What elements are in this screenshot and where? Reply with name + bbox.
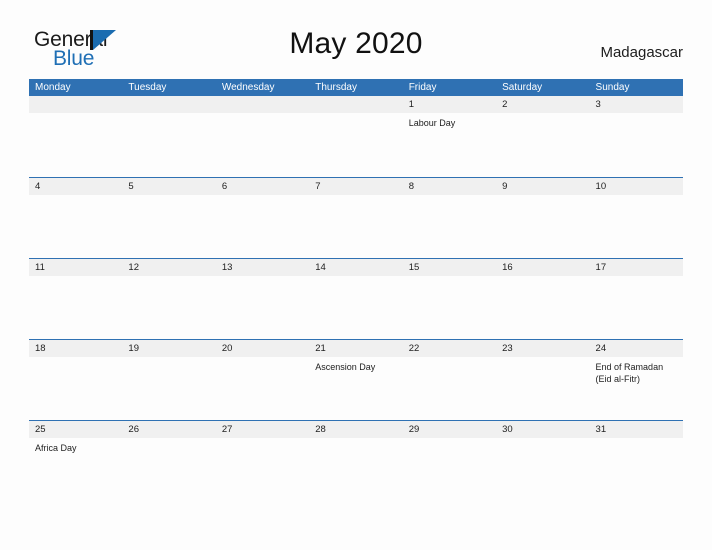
day-cell-7[interactable]: 7 [309,178,402,258]
day-number: 28 [315,424,326,435]
day-cell-29[interactable]: 29 [403,421,496,501]
day-cell-20[interactable]: 20 [216,340,309,420]
holiday-label: Africa Day [35,443,77,453]
day-events: End of Ramadan (Eid al-Fitr) [596,357,678,385]
calendar-week-row: 1 Labour Day 2 3 [29,96,683,177]
holiday-label: (Eid al-Fitr) [595,374,641,384]
day-cell-24[interactable]: 24 End of Ramadan (Eid al-Fitr) [590,340,683,420]
day-cell-30[interactable]: 30 [496,421,589,501]
day-cell-5[interactable]: 5 [122,178,215,258]
day-number: 2 [502,99,508,110]
calendar-page: General Blue May 2020 Madagascar Monday T… [0,0,712,550]
day-cell-15[interactable]: 15 [403,259,496,339]
calendar-grid: Monday Tuesday Wednesday Thursday Friday Satu… [29,79,683,501]
day-number: 15 [408,262,420,273]
day-number: 31 [595,424,607,435]
day-number: 13 [221,262,233,273]
week-cells: 25 Africa Day 26 27 28 29 30 31 [29,421,683,501]
day-number: 21 [315,343,326,354]
weekday-header-thursday: Thursday [315,82,357,93]
day-cell-13[interactable]: 13 [216,259,309,339]
day-cell-25[interactable]: 25 Africa Day [29,421,122,501]
calendar-week-row: 18 19 20 21 Ascension Day 22 23 24 End of Ramada… [29,339,683,420]
day-cell-16[interactable]: 16 [496,259,589,339]
day-cell-3[interactable]: 3 [590,96,683,177]
day-number: 6 [221,181,228,192]
day-cell-17[interactable]: 17 [590,259,683,339]
day-number: 26 [128,424,139,435]
day-number: 3 [595,99,601,110]
day-cell-empty [216,96,309,177]
calendar-week-row: 4 5 6 7 8 9 10 [29,177,683,258]
day-number: 1 [408,99,414,110]
week-cells: 11 12 13 14 15 16 17 [29,259,683,339]
day-cell-empty [29,96,122,177]
week-cells: 4 5 6 7 8 9 10 [29,178,683,258]
holiday-label: Labour Day [408,118,456,128]
day-cell-4[interactable]: 4 [29,178,122,258]
page-header: General Blue May 2020 Madagascar [0,0,712,78]
calendar-week-row: 11 12 13 14 15 16 17 [29,258,683,339]
day-number: 17 [595,262,607,273]
day-cell-1[interactable]: 1 Labour Day [403,96,496,177]
day-cell-6[interactable]: 6 [216,178,309,258]
day-cell-23[interactable]: 23 [496,340,589,420]
day-number: 29 [408,424,420,435]
day-cell-28[interactable]: 28 [309,421,402,501]
calendar-week-row: 25 Africa Day 26 27 28 29 30 31 [29,420,683,501]
day-events: Ascension Day [315,357,397,373]
weekday-header-tuesday: Tuesday [128,82,167,93]
day-number: 23 [502,343,513,354]
weekday-header-saturday: Saturday [502,82,543,93]
week-cells: 18 19 20 21 Ascension Day 22 23 24 End of Ramada… [29,340,683,420]
day-number: 8 [408,181,414,192]
week-cells: 1 Labour Day 2 3 [29,96,683,177]
day-cell-27[interactable]: 27 [216,421,309,501]
day-number: 18 [35,343,46,354]
day-number: 27 [221,424,233,435]
day-number: 5 [128,181,134,192]
weekday-header-friday: Friday [408,82,437,93]
holiday-label: End of Ramadan [595,362,664,372]
day-cell-18[interactable]: 18 [29,340,122,420]
day-cell-8[interactable]: 8 [403,178,496,258]
day-number: 14 [315,262,326,273]
day-cell-12[interactable]: 12 [122,259,215,339]
day-cell-9[interactable]: 9 [496,178,589,258]
day-cell-19[interactable]: 19 [122,340,215,420]
day-number: 30 [502,424,513,435]
day-number: 24 [595,343,607,354]
day-cell-empty [309,96,402,177]
day-cell-14[interactable]: 14 [309,259,402,339]
day-number: 22 [408,343,420,354]
day-number: 20 [221,343,233,354]
day-number: 9 [502,181,508,192]
weekday-header-sunday: Sunday [595,82,630,93]
day-cell-empty [122,96,215,177]
day-number: 4 [35,181,41,192]
day-events: Labour Day [409,113,491,129]
weekday-header-row: Monday Tuesday Wednesday Thursday Friday Satu… [29,79,683,96]
day-cell-26[interactable]: 26 [122,421,215,501]
calendar-weeks: 1 Labour Day 2 3 4 5 6 7 8 9 10 11 12 13 14 15 16 17 18 19 2… [29,96,683,501]
day-cell-10[interactable]: 10 [590,178,683,258]
country-label: Madagascar [600,44,683,61]
day-number: 10 [595,181,607,192]
weekday-header-wednesday: Wednesday [221,82,275,93]
day-number: 12 [128,262,139,273]
day-cell-21[interactable]: 21 Ascension Day [309,340,402,420]
weekday-header-monday: Monday [35,82,71,93]
holiday-label: Ascension Day [315,362,376,372]
day-number: 16 [502,262,513,273]
day-events: Africa Day [35,438,117,454]
day-cell-31[interactable]: 31 [590,421,683,501]
day-number: 7 [315,181,321,192]
day-number: 11 [35,262,45,273]
day-cell-11[interactable]: 11 [29,259,122,339]
day-number: 25 [35,424,46,435]
day-number: 19 [128,343,139,354]
day-cell-2[interactable]: 2 [496,96,589,177]
day-cell-22[interactable]: 22 [403,340,496,420]
